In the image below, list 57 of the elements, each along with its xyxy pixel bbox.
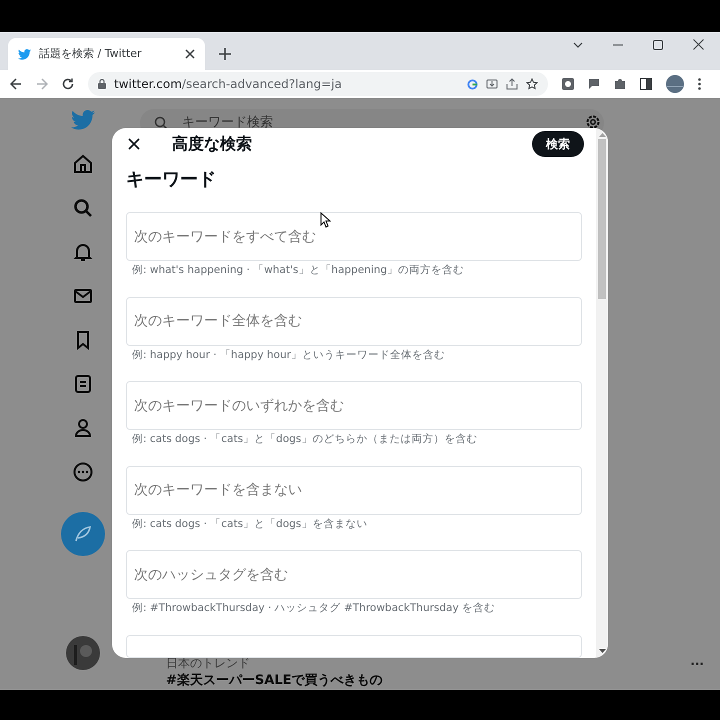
profile-icon[interactable] <box>73 418 93 438</box>
text-input[interactable]: 次のキーワードを含まない <box>126 466 582 515</box>
url-text: twitter.com/search-advanced?lang=ja <box>114 76 343 93</box>
scrollbar-thumb[interactable] <box>598 139 606 299</box>
address-bar[interactable]: twitter.com/search-advanced?lang=ja <box>88 72 548 96</box>
side-panel-icon[interactable] <box>640 78 652 90</box>
section-heading: キーワード <box>126 168 217 192</box>
menu-icon[interactable] <box>698 78 701 90</box>
list-icon[interactable] <box>73 374 93 394</box>
scroll-up-icon[interactable] <box>598 132 606 137</box>
field-hint: 例: happy hour · 「happy hour」というキーワード全体を含む <box>131 348 446 363</box>
search-placeholder: キーワード検索 <box>182 114 273 132</box>
browser-tab[interactable]: 話題を検索 / Twitter <box>8 38 205 70</box>
google-icon[interactable] <box>467 78 478 90</box>
field-hint: 例: #ThrowbackThursday · ハッシュタグ #ThrowbackThursday を含む <box>131 601 496 616</box>
puzzle-icon[interactable] <box>614 78 626 90</box>
field-hint: 例: cats dogs · 「cats」と「dogs」を含まない <box>131 516 368 532</box>
settings-icon[interactable] <box>585 114 601 130</box>
home-icon[interactable] <box>73 154 93 174</box>
install-icon[interactable] <box>486 78 498 90</box>
chevron-down-icon[interactable] <box>573 42 583 48</box>
maximize-icon[interactable] <box>653 40 663 50</box>
scroll-down-icon[interactable] <box>598 649 606 654</box>
field-hint: 例: what's happening · 「what's」と「happening」の両方を含む <box>131 263 466 278</box>
search-icon[interactable] <box>73 198 93 218</box>
feather-icon <box>74 525 92 543</box>
bird-icon <box>18 48 31 60</box>
text-input[interactable]: 次のキーワードをすべて含む <box>126 212 582 262</box>
mail-icon[interactable] <box>73 286 93 306</box>
trend-title[interactable]: #楽天スーパーSALEで買うべきもの <box>166 672 690 690</box>
bell-icon[interactable] <box>73 242 93 262</box>
text-input[interactable]: 次のキーワードのいずれかを含む <box>126 381 582 430</box>
search-icon <box>154 116 168 130</box>
lock-icon <box>98 79 106 89</box>
search-button[interactable]: 検索 <box>532 131 584 158</box>
reload-icon[interactable] <box>62 78 74 90</box>
compose-button[interactable] <box>61 512 105 556</box>
more-button[interactable]: ··· <box>690 655 704 673</box>
extension-icon[interactable] <box>562 78 574 90</box>
close-icon[interactable] <box>185 49 195 59</box>
chat-icon[interactable] <box>588 78 600 90</box>
more-icon[interactable] <box>73 462 93 482</box>
tab-title: 話題を検索 / Twitter <box>39 46 143 62</box>
field-hint: 例: cats dogs · 「cats」と「dogs」のどちらか（または両方）を含む <box>131 432 478 448</box>
star-icon[interactable] <box>526 78 538 90</box>
mouse-cursor <box>320 212 331 228</box>
minimize-icon[interactable] <box>613 44 623 46</box>
trend-category: 日本のトレンド <box>166 655 251 672</box>
back-icon[interactable] <box>10 78 22 90</box>
new-tab-icon[interactable] <box>219 48 231 60</box>
close-icon[interactable] <box>128 138 140 150</box>
text-input[interactable]: 次のキーワード全体を含む <box>126 296 582 346</box>
user-avatar[interactable] <box>66 636 100 670</box>
text-input[interactable]: 次のハッシュタグを含む <box>126 550 582 600</box>
share-icon[interactable] <box>506 78 518 90</box>
profile-avatar[interactable] <box>666 75 684 93</box>
close-icon[interactable] <box>693 39 704 50</box>
